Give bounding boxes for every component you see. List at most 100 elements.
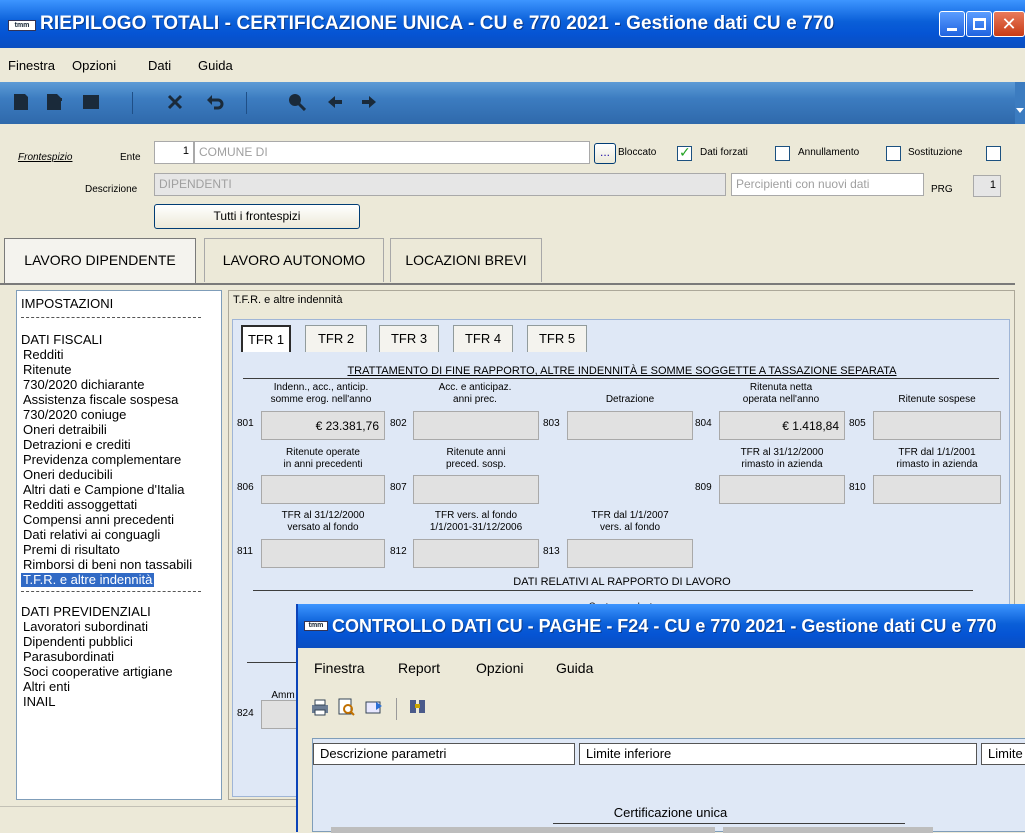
menu-finestra[interactable]: Finestra	[8, 58, 55, 73]
tree-item[interactable]: Redditi assoggettati	[23, 498, 137, 512]
export-icon[interactable]	[364, 698, 386, 716]
tree-item[interactable]: Lavoratori subordinati	[23, 620, 148, 634]
tab-tfr-4[interactable]: TFR 4	[453, 325, 513, 352]
sostituzione-checkbox[interactable]	[986, 146, 1001, 161]
field-811[interactable]	[261, 539, 385, 568]
menu2-opzioni[interactable]: Opzioni	[476, 660, 523, 676]
arrow-right-icon[interactable]	[360, 93, 378, 111]
tab-locazioni-brevi[interactable]: LOCAZIONI BREVI	[390, 238, 542, 282]
tree-item[interactable]: Altri dati e Campione d'Italia	[23, 483, 184, 497]
dati-forzati-checkbox[interactable]	[775, 146, 790, 161]
new-document-icon[interactable]	[12, 93, 30, 111]
ente-lookup-button[interactable]: ...	[594, 143, 616, 164]
menu2-report[interactable]: Report	[398, 660, 440, 676]
descrizione-label: Descrizione	[85, 184, 138, 195]
field-801[interactable]: € 23.381,76	[261, 411, 385, 440]
group-rule	[553, 823, 905, 824]
field-805[interactable]	[873, 411, 1001, 440]
close-button[interactable]: ✕	[993, 11, 1025, 37]
annullamento-checkbox[interactable]	[886, 146, 901, 161]
column-limite-inferiore[interactable]: Limite inferiore	[579, 743, 977, 765]
tree-item[interactable]: Parasubordinati	[23, 650, 114, 664]
toolbar-separator	[132, 92, 133, 114]
column-limite-superiore[interactable]: Limite superiore	[981, 743, 1025, 765]
tree-item-tfr-selected[interactable]: T.F.R. e altre indennità	[21, 573, 155, 587]
column-descrizione[interactable]: Descrizione parametri	[313, 743, 575, 765]
prg-label: PRG	[931, 184, 953, 195]
caption-803: Detrazione	[605, 394, 655, 405]
maximize-button[interactable]	[966, 11, 992, 37]
grid-row[interactable]	[723, 827, 933, 833]
tree-item[interactable]: Dipendenti pubblici	[23, 635, 133, 649]
descrizione-field[interactable]: DIPENDENTI	[154, 173, 726, 196]
label-810: 810	[849, 482, 866, 493]
tree-impostazioni[interactable]: IMPOSTAZIONI	[21, 297, 113, 311]
save-icon[interactable]	[45, 93, 63, 111]
stop-icon[interactable]	[82, 93, 100, 111]
field-804[interactable]: € 1.418,84	[719, 411, 845, 440]
label-807: 807	[390, 482, 407, 493]
tree-item[interactable]: INAIL	[23, 695, 56, 709]
tree-item[interactable]: Compensi anni precedenti	[23, 513, 174, 527]
field-824[interactable]	[261, 700, 301, 729]
percipienti-field[interactable]: Percipienti con nuovi dati	[731, 173, 924, 196]
bloccato-checkbox[interactable]	[677, 144, 692, 161]
tree-item[interactable]: 730/2020 coniuge	[23, 408, 126, 422]
prg-field[interactable]: 1	[973, 175, 1001, 197]
arrow-left-icon[interactable]	[326, 93, 344, 111]
menu-guida[interactable]: Guida	[198, 58, 233, 73]
field-807[interactable]	[413, 475, 539, 504]
menu2-finestra[interactable]: Finestra	[314, 660, 365, 676]
tree-item[interactable]: Redditi	[23, 348, 63, 362]
tree-item[interactable]: Detrazioni e crediti	[23, 438, 131, 452]
field-803[interactable]	[567, 411, 693, 440]
tutti-frontespizi-button[interactable]: Tutti i frontespizi	[154, 204, 360, 229]
binoculars-icon[interactable]	[408, 698, 428, 716]
tree-item[interactable]: Ritenute	[23, 363, 71, 377]
tree-item[interactable]: Dati relativi ai conguagli	[23, 528, 160, 542]
tree-item[interactable]: Assistenza fiscale sospesa	[23, 393, 178, 407]
tab-tfr-5[interactable]: TFR 5	[527, 325, 587, 352]
cut-icon[interactable]	[166, 93, 184, 111]
section-rule	[243, 378, 999, 379]
header-frontespizio: Frontespizio Ente 1 COMUNE DI ... Blocca…	[0, 127, 1015, 237]
frontespizio-link[interactable]: Frontespizio	[18, 152, 72, 163]
tree-item[interactable]: 730/2020 dichiarante	[23, 378, 144, 392]
field-809[interactable]	[719, 475, 845, 504]
ente-number-field[interactable]: 1	[154, 141, 194, 164]
tab-lavoro-autonomo[interactable]: LAVORO AUTONOMO	[204, 238, 384, 282]
minimize-button[interactable]	[939, 11, 965, 37]
tree-item[interactable]: Premi di risultato	[23, 543, 120, 557]
tree-item[interactable]: Soci cooperative artigiane	[23, 665, 173, 679]
menu-opzioni[interactable]: Opzioni	[72, 58, 116, 73]
tree-dati-fiscali[interactable]: DATI FISCALI	[21, 333, 102, 347]
tab-tfr-2[interactable]: TFR 2	[305, 325, 367, 352]
tree-dati-previdenziali[interactable]: DATI PREVIDENZIALI	[21, 605, 151, 619]
tree-item[interactable]: Rimborsi di beni non tassabili	[23, 558, 192, 572]
main-title-bar: tmm RIEPILOGO TOTALI - CERTIFICAZIONE UN…	[0, 0, 1025, 48]
print-preview-icon[interactable]	[336, 698, 356, 716]
search-icon[interactable]	[288, 93, 306, 111]
tab-tfr-3[interactable]: TFR 3	[379, 325, 439, 352]
tree-item[interactable]: Oneri detraibili	[23, 423, 107, 437]
field-806[interactable]	[261, 475, 385, 504]
tree-item[interactable]: Altri enti	[23, 680, 70, 694]
undo-icon[interactable]	[206, 93, 224, 111]
grid-row[interactable]	[331, 827, 715, 833]
caption-813: TFR dal 1/1/2007 vers. al fondo	[591, 510, 669, 533]
menu-dati[interactable]: Dati	[148, 58, 171, 73]
field-812[interactable]	[413, 539, 539, 568]
print-icon[interactable]	[310, 698, 330, 716]
tab-lavoro-dipendente[interactable]: LAVORO DIPENDENTE	[4, 238, 196, 284]
caption-811: TFR al 31/12/2000 versato al fondo	[281, 510, 365, 533]
field-810[interactable]	[873, 475, 1001, 504]
menu2-guida[interactable]: Guida	[556, 660, 593, 676]
tree-item[interactable]: Oneri deducibili	[23, 468, 113, 482]
field-802[interactable]	[413, 411, 539, 440]
field-813[interactable]	[567, 539, 693, 568]
toolbar-chevron[interactable]	[1015, 82, 1025, 124]
ente-name-field[interactable]: COMUNE DI	[194, 141, 590, 164]
label-802: 802	[390, 418, 407, 429]
tab-tfr-1[interactable]: TFR 1	[241, 325, 291, 352]
tree-item[interactable]: Previdenza complementare	[23, 453, 181, 467]
